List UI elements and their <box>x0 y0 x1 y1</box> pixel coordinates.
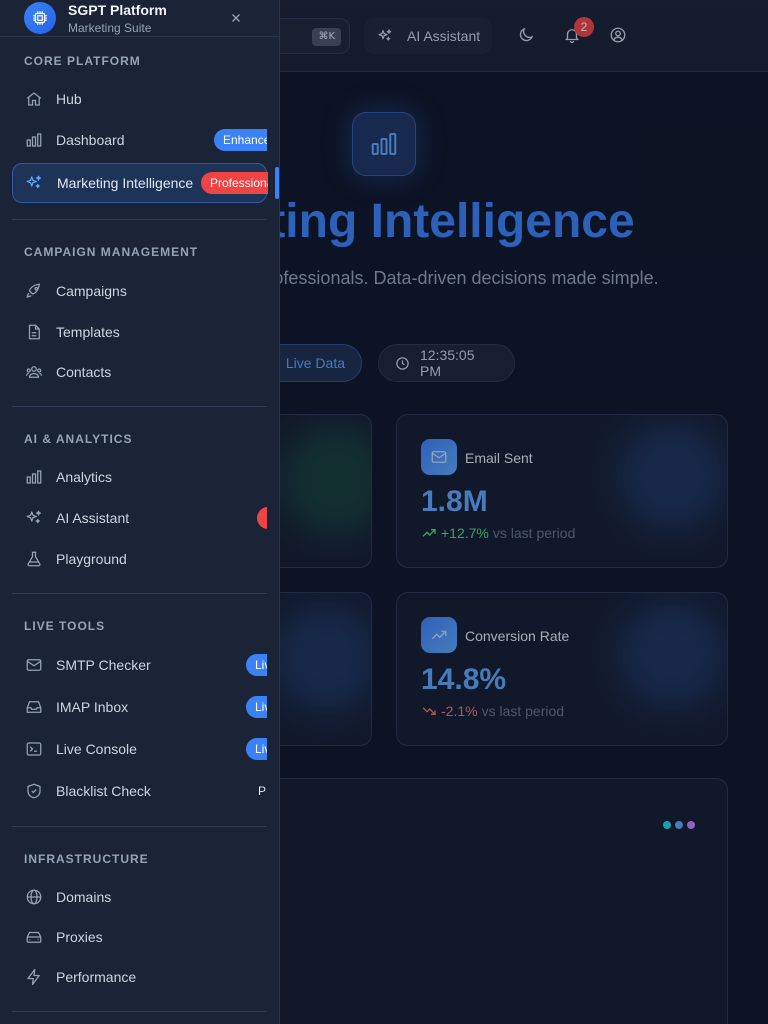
sparkles-icon <box>25 174 43 192</box>
sidebar-header: SGPT Platform Marketing Suite <box>0 0 279 37</box>
chip-logo-icon <box>24 2 56 34</box>
section-title-campaign-management: CAMPAIGN MANAGEMENT <box>24 245 199 259</box>
divider <box>12 826 267 827</box>
sidebar-item-domains[interactable]: Domains <box>12 878 267 916</box>
shield-check-icon <box>25 782 43 800</box>
users-icon <box>25 363 43 381</box>
sidebar-item-label: Live Console <box>56 741 137 757</box>
sparkles-icon <box>25 509 43 527</box>
section-title-live-tools: LIVE TOOLS <box>24 619 106 633</box>
badge-enhanced: Enhanced <box>214 129 267 151</box>
globe-icon <box>25 888 43 906</box>
badge-professional: Professional <box>201 172 268 194</box>
app-name: SGPT Platform <box>68 2 167 18</box>
sidebar-item-ai-assistant[interactable]: AI Assistant <box>12 499 267 537</box>
badge-live: Live <box>246 696 267 718</box>
rocket-icon <box>25 282 43 300</box>
sidebar-item-performance[interactable]: Performance <box>12 958 267 996</box>
sidebar-item-label: AI Assistant <box>56 510 130 526</box>
sidebar-item-label: Playground <box>56 551 127 567</box>
sidebar-item-contacts[interactable]: Contacts <box>12 353 267 391</box>
sidebar-item-playground[interactable]: Playground <box>12 540 267 578</box>
inbox-icon <box>25 698 43 716</box>
divider <box>12 406 267 407</box>
sidebar-item-label: Campaigns <box>56 283 127 299</box>
zap-icon <box>25 968 43 986</box>
close-icon[interactable] <box>229 11 243 25</box>
sidebar-item-hub[interactable]: Hub <box>12 80 267 118</box>
sidebar-item-imap-inbox[interactable]: IMAP Inbox Live <box>12 688 267 726</box>
active-indicator <box>275 167 279 199</box>
sidebar-backdrop[interactable] <box>280 0 768 1024</box>
sidebar-item-analytics[interactable]: Analytics <box>12 458 267 496</box>
bar-chart-icon <box>25 468 43 486</box>
home-icon <box>25 90 43 108</box>
sidebar-item-templates[interactable]: Templates <box>12 313 267 351</box>
sidebar-item-label: Proxies <box>56 929 103 945</box>
sidebar-item-marketing-intelligence[interactable]: Marketing Intelligence Professional <box>12 163 279 203</box>
sidebar-item-label: Domains <box>56 889 112 905</box>
sidebar-item-label: Marketing Intelligence <box>57 175 194 191</box>
sidebar-item-label: SMTP Checker <box>56 657 151 673</box>
sidebar-item-label: Analytics <box>56 469 113 485</box>
terminal-icon <box>25 740 43 758</box>
badge-p: P <box>258 784 267 798</box>
sidebar-item-label: Contacts <box>56 364 112 380</box>
sidebar-item-label: IMAP Inbox <box>56 699 129 715</box>
sidebar-item-label: Hub <box>56 91 82 107</box>
sidebar-item-dashboard[interactable]: Dashboard Enhanced <box>12 121 267 159</box>
sidebar-item-smtp-checker[interactable]: SMTP Checker Live <box>12 646 267 684</box>
badge-live: Live <box>246 654 267 676</box>
mail-icon <box>25 656 43 674</box>
divider <box>12 1011 267 1012</box>
badge-live: Live <box>246 738 267 760</box>
sidebar-item-label: Dashboard <box>56 132 125 148</box>
sidebar-item-label: Templates <box>56 324 120 340</box>
sidebar-item-label: Blacklist Check <box>56 783 151 799</box>
divider <box>12 593 267 594</box>
section-title-core-platform: CORE PLATFORM <box>24 54 141 68</box>
sidebar: SGPT Platform Marketing Suite CORE PLATF… <box>0 0 280 1024</box>
sidebar-item-label: Performance <box>56 969 137 985</box>
bar-chart-icon <box>25 131 43 149</box>
section-title-ai-analytics: AI & ANALYTICS <box>24 432 133 446</box>
sidebar-item-proxies[interactable]: Proxies <box>12 918 267 956</box>
flask-icon <box>25 550 43 568</box>
badge-clip: Professional <box>201 164 268 202</box>
server-icon <box>25 928 43 946</box>
app-subtitle: Marketing Suite <box>68 21 152 35</box>
sidebar-item-blacklist-check[interactable]: Blacklist Check P <box>12 772 267 810</box>
divider <box>12 219 267 220</box>
badge-new <box>257 507 267 529</box>
section-title-infrastructure: INFRASTRUCTURE <box>24 852 149 866</box>
sidebar-item-live-console[interactable]: Live Console Live <box>12 730 267 768</box>
sidebar-item-campaigns[interactable]: Campaigns <box>12 272 267 310</box>
file-icon <box>25 323 43 341</box>
